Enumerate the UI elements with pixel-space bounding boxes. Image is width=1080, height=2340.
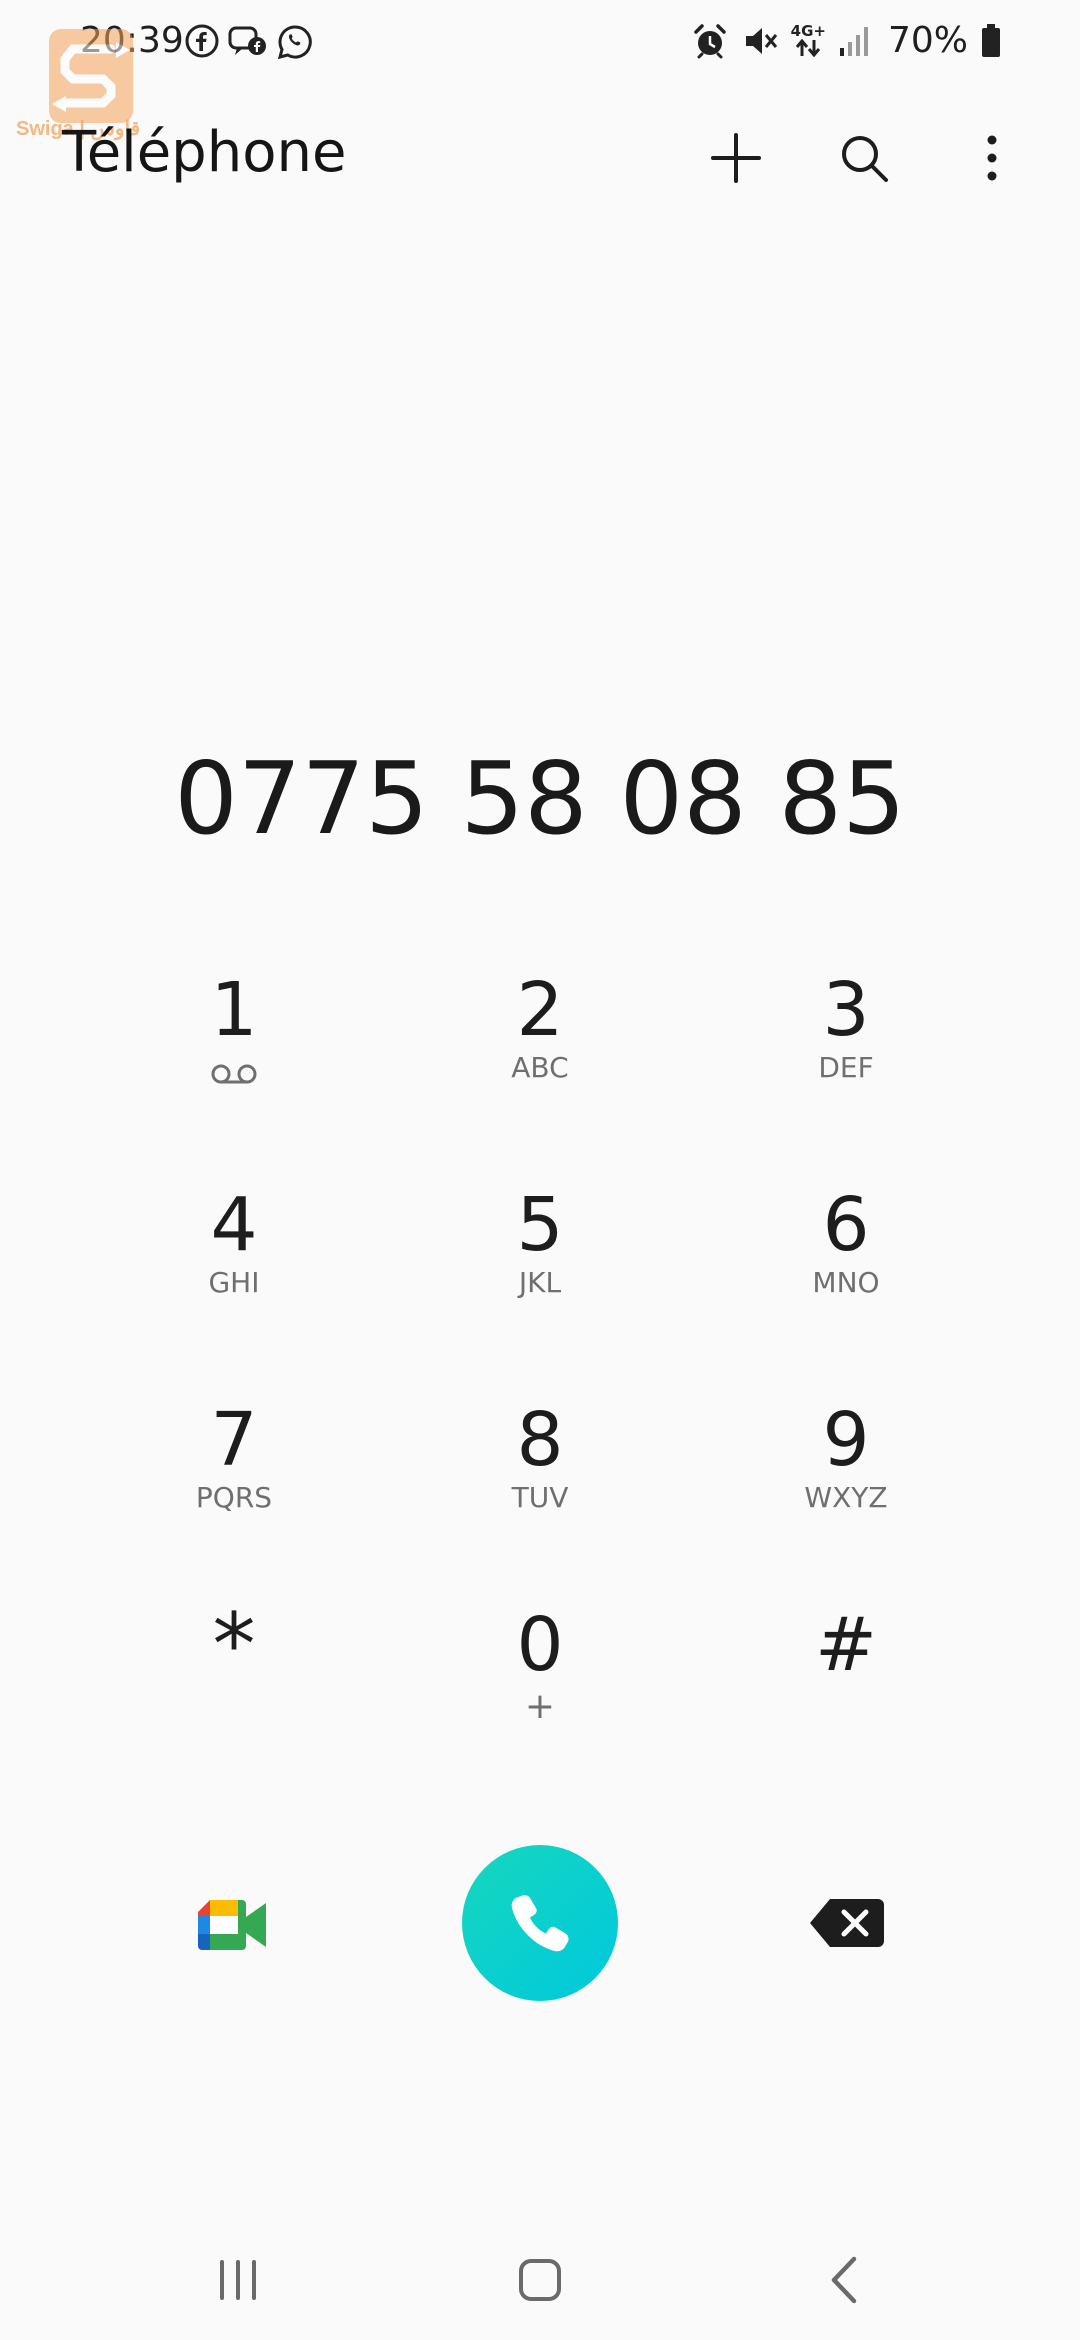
battery-icon — [982, 23, 1000, 57]
messenger-icon — [228, 26, 266, 55]
4g-data-icon: 4G+ — [791, 24, 826, 57]
recents-button[interactable] — [178, 2220, 298, 2340]
mute-icon — [745, 27, 777, 54]
add-icon — [711, 133, 761, 183]
key-6[interactable]: 6 MNO — [726, 1180, 966, 1350]
data-arrows-icon — [796, 39, 821, 57]
signal-icon — [839, 26, 868, 56]
key-digit: 0 — [516, 1602, 564, 1688]
key-digit: 3 — [822, 967, 870, 1053]
key-letters: MNO — [812, 1266, 880, 1299]
key-digit: 9 — [822, 1397, 870, 1483]
search-button[interactable] — [824, 118, 904, 198]
key-letters: DEF — [818, 1051, 874, 1084]
key-star[interactable]: * — [114, 1600, 354, 1770]
page-title: Téléphone — [62, 120, 347, 185]
video-call-button[interactable] — [198, 1895, 268, 1955]
key-7[interactable]: 7 PQRS — [114, 1395, 354, 1565]
notification-icons — [185, 24, 313, 60]
key-letters: JKL — [518, 1266, 562, 1299]
search-icon — [842, 136, 888, 182]
recents-icon — [220, 2260, 256, 2300]
key-letters: PQRS — [195, 1481, 273, 1514]
dialed-number[interactable]: 0775 58 08 85 — [0, 740, 1080, 857]
battery-percent: 70% — [887, 20, 968, 61]
key-4[interactable]: 4 GHI — [114, 1180, 354, 1350]
alarm-icon — [693, 23, 726, 58]
whatsapp-icon — [277, 25, 312, 60]
key-hash[interactable]: # — [726, 1600, 966, 1770]
key-digit: * — [212, 1595, 256, 1695]
key-digit: 4 — [210, 1182, 258, 1268]
back-button[interactable] — [784, 2220, 904, 2340]
key-3[interactable]: 3 DEF — [726, 965, 966, 1135]
more-options-button[interactable] — [952, 118, 1032, 198]
key-digit: # — [814, 1602, 877, 1688]
back-icon — [831, 2256, 857, 2304]
key-9[interactable]: 9 WXYZ — [726, 1395, 966, 1565]
call-actions — [0, 1845, 1080, 2005]
key-letters: WXYZ — [804, 1481, 888, 1514]
phone-icon — [511, 1894, 569, 1952]
key-letters: TUV — [511, 1481, 569, 1514]
key-letters: + — [524, 1686, 556, 1727]
key-0[interactable]: 0 + — [420, 1600, 660, 1770]
home-button[interactable] — [480, 2220, 600, 2340]
key-digit: 7 — [210, 1397, 258, 1483]
facebook-icon — [185, 24, 219, 58]
header-toolbar — [696, 118, 1032, 198]
call-button[interactable] — [462, 1845, 618, 2001]
key-digit: 8 — [516, 1397, 564, 1483]
key-1[interactable]: 1 — [114, 965, 354, 1135]
key-5[interactable]: 5 JKL — [420, 1180, 660, 1350]
home-icon — [519, 2259, 561, 2301]
backspace-button[interactable] — [808, 1895, 886, 1951]
key-letters: GHI — [208, 1266, 260, 1299]
more-vert-icon — [987, 135, 997, 181]
system-status: 4G+ 70% — [691, 20, 1002, 61]
key-2[interactable]: 2 ABC — [420, 965, 660, 1135]
network-label: 4G+ — [790, 22, 826, 40]
key-digit: 5 — [516, 1182, 564, 1268]
add-contact-button[interactable] — [696, 118, 776, 198]
backspace-icon — [810, 1899, 884, 1947]
voicemail-icon — [211, 1064, 257, 1084]
google-meet-icon — [198, 1900, 266, 1950]
key-letters: ABC — [511, 1051, 569, 1084]
key-digit: 2 — [516, 967, 564, 1053]
navigation-bar — [0, 2220, 1080, 2340]
key-digit: 1 — [210, 967, 258, 1053]
key-8[interactable]: 8 TUV — [420, 1395, 660, 1565]
key-digit: 6 — [822, 1182, 870, 1268]
